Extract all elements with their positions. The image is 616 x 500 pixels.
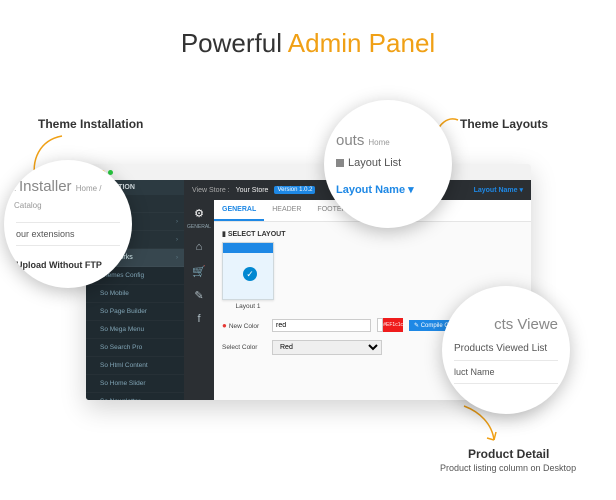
icon-column: ⚙ GENERAL ⌂ 🛒 ✎ f bbox=[184, 200, 214, 400]
style-icon[interactable]: ✎ bbox=[192, 288, 206, 302]
chevron-right-icon: › bbox=[176, 219, 178, 225]
store-name[interactable]: Your Store bbox=[236, 187, 269, 194]
lens-layouts-list: Layout List bbox=[336, 157, 440, 169]
select-layout-label: SELECT LAYOUT bbox=[228, 231, 286, 238]
lens-layouts-title: outs bbox=[336, 132, 364, 149]
check-icon: ✓ bbox=[243, 267, 257, 281]
color-swatch[interactable]: #EF1c1c bbox=[377, 318, 403, 332]
layout-thumb-wrap[interactable]: ✓ Layout 1 bbox=[222, 242, 274, 310]
nav-so-mobile[interactable]: So Mobile bbox=[86, 285, 184, 303]
lens-detail: cts Viewe Products Viewed List luct Name bbox=[442, 286, 570, 414]
nav-so-page-builder[interactable]: So Page Builder bbox=[86, 303, 184, 321]
chevron-right-icon: › bbox=[176, 255, 178, 261]
layout-thumbnail[interactable]: ✓ bbox=[222, 242, 274, 300]
tab-header[interactable]: HEADER bbox=[264, 200, 309, 221]
callout-layouts: Theme Layouts bbox=[460, 117, 548, 131]
layout-dropdown[interactable]: Layout Name ▾ bbox=[474, 186, 523, 194]
nav-so-html-content[interactable]: So Html Content bbox=[86, 357, 184, 375]
lens-layouts-link[interactable]: Layout Name ▾ bbox=[336, 183, 440, 196]
general-label: GENERAL bbox=[187, 224, 211, 230]
callout-install: Theme Installation bbox=[38, 117, 143, 131]
lens-install-footer: Upload Without FTP bbox=[16, 260, 120, 270]
layout-caption: Layout 1 bbox=[222, 303, 274, 310]
hero-title: Powerful Admin Panel bbox=[0, 0, 616, 67]
select-color-dropdown[interactable]: Red bbox=[272, 340, 382, 355]
bar-icon: ▮ bbox=[222, 231, 226, 238]
chevron-right-icon: › bbox=[176, 237, 178, 243]
home-icon[interactable]: ⌂ bbox=[192, 240, 206, 254]
new-color-label: ●New Color bbox=[222, 321, 266, 330]
cart-icon[interactable]: 🛒 bbox=[192, 264, 206, 278]
nav-so-newsletter[interactable]: So Newsletter bbox=[86, 393, 184, 400]
new-color-input[interactable] bbox=[272, 319, 371, 332]
select-color-label: Select Color bbox=[222, 344, 266, 351]
nav-so-home-slider[interactable]: So Home Slider bbox=[86, 375, 184, 393]
social-icon[interactable]: f bbox=[192, 312, 206, 326]
gear-icon[interactable]: ⚙ bbox=[192, 206, 206, 220]
nav-so-search-pro[interactable]: So Search Pro bbox=[86, 339, 184, 357]
nav-so-mega-menu[interactable]: So Mega Menu bbox=[86, 321, 184, 339]
lens-detail-row: luct Name bbox=[454, 360, 558, 384]
lens-install-title: . Installer Home / Catalog bbox=[14, 178, 120, 212]
lens-detail-title: cts Viewe bbox=[454, 316, 558, 333]
tab-general[interactable]: GENERAL bbox=[214, 200, 264, 221]
lens-layouts: outs Home Layout List Layout Name ▾ bbox=[324, 100, 452, 228]
lens-install-row: our extensions bbox=[16, 222, 120, 246]
lens-detail-list: Products Viewed List bbox=[454, 343, 558, 354]
lens-layouts-crumb: Home bbox=[368, 138, 389, 147]
hero-prefix: Powerful bbox=[181, 28, 288, 58]
window-titlebar bbox=[86, 164, 531, 180]
list-icon bbox=[336, 159, 344, 167]
view-store-label: View Store : bbox=[192, 187, 230, 194]
hero-accent: Admin Panel bbox=[288, 28, 435, 58]
version-badge: Version 1.0.2 bbox=[274, 186, 315, 194]
lens-installer: . Installer Home / Catalog our extension… bbox=[4, 160, 132, 288]
callout-detail-sub: Product listing column on Desktop bbox=[440, 463, 576, 473]
